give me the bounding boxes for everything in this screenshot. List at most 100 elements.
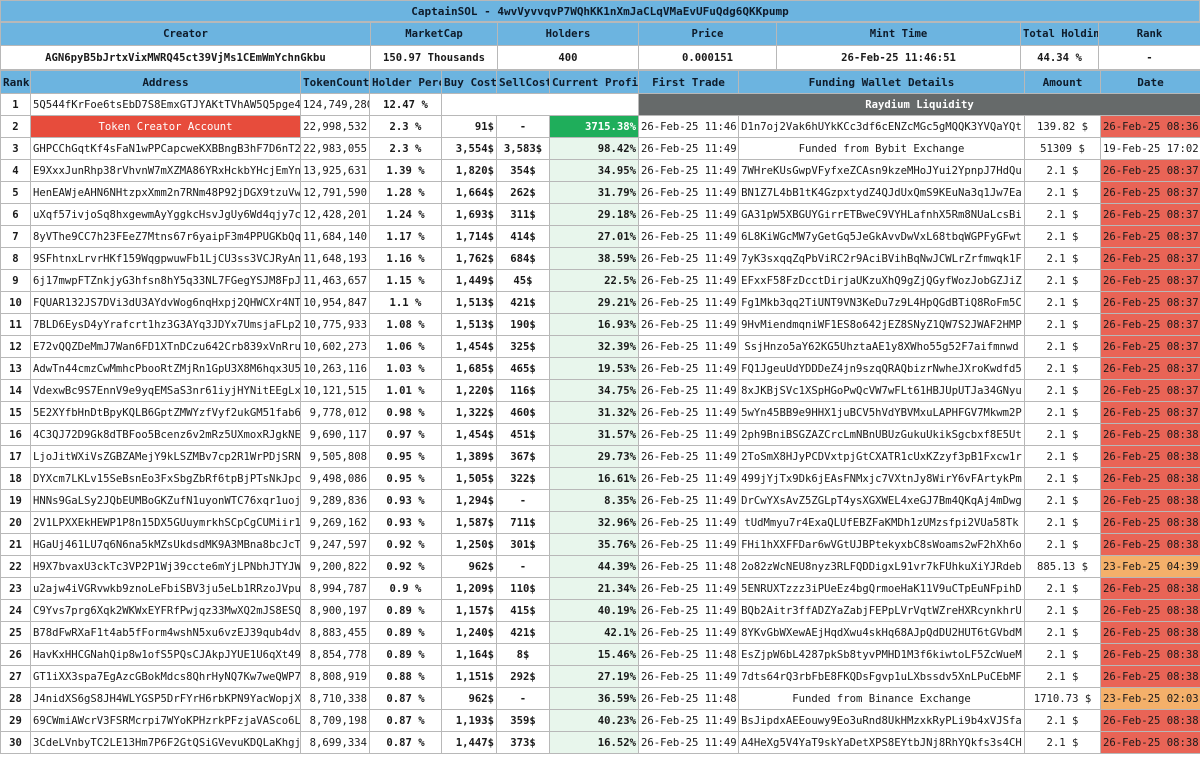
holder-address[interactable]: 8yVThe9CC7h23FEeZ7Mtns67r6yaipF3m4PPUGKb…	[30, 225, 301, 248]
funding-wallet[interactable]: SsjHnzo5aY62KG5UhztaAE1y8XWho55g52F7aifm…	[738, 335, 1025, 358]
holder-address[interactable]: HenEAWjeAHN6NHtzpxXmm2n7RNm48P92jDGX9tzu…	[30, 181, 301, 204]
holder-address[interactable]: HGaUj461LU7q6N6na5kMZsUkdsdMK9A3MBna8bcJ…	[30, 533, 301, 556]
holder-address[interactable]: 69CWmiAWcrV3FSRMcrpi7WYoKPHzrkPFzjaVASco…	[30, 709, 301, 732]
funding-wallet[interactable]: FQ1JgeuUdYDDDeZ4jn9szqQRAQbizrNwheJXroKw…	[738, 357, 1025, 380]
holder-address[interactable]: E9XxxJunRhp38rVhvnW7mXZMA86YRxHckbYHcjEm…	[30, 159, 301, 182]
holder-address[interactable]: 5E2XYfbHnDtBpyKQLB6GptZMWYzfVyf2ukGM51fa…	[30, 401, 301, 424]
first-trade: 26-Feb-25 11:49:05	[638, 489, 739, 512]
funding-date: 26-Feb-25 08:38	[1100, 445, 1200, 468]
funding-date: 26-Feb-25 08:37	[1100, 269, 1200, 292]
funding-wallet[interactable]: GA31pW5XBGUYGirrETBweC9VYHLafnhX5Rm8NUaL…	[738, 203, 1025, 226]
token-count: 8,710,338	[300, 687, 370, 710]
token-count: 10,775,933	[300, 313, 370, 336]
funding-wallet[interactable]: 9HvMiendmqniWF1ES8o642jEZ8SNyZ1QW7S2JWAF…	[738, 313, 1025, 336]
holder-address[interactable]: 5Q544fKrFoe6tsEbD7S8EmxGTJYAKtTVhAW5Q5pg…	[30, 93, 301, 116]
funding-wallet[interactable]: EsZjpW6bL4287pkSb8tyvPMHD1M3f6kiwtoLF5Zc…	[738, 643, 1025, 666]
table-row: 14 VdexwBc9S7EnnV9e9yqEMSaS3nr61iyjHYNitE…	[0, 379, 1200, 402]
row-rank: 14	[0, 379, 31, 402]
first-trade: 26-Feb-25 11:49:23	[638, 379, 739, 402]
funding-date: 23-Feb-25 02:03	[1100, 687, 1200, 710]
funding-amount: 2.1 $	[1024, 379, 1101, 402]
buy-cost: 1,820$	[441, 159, 497, 182]
funding-wallet[interactable]: A4HeXg5V4YaT9skYaDetXPS8EYtbJNj8RhYQkfs3…	[738, 731, 1025, 754]
buy-cost: 91$	[441, 115, 497, 138]
funding-wallet[interactable]: 5ENRUXTzzz3iPUeEz4bgQrmoeHaK11V9uCTpEuNF…	[738, 577, 1025, 600]
funding-date: 26-Feb-25 08:38	[1100, 577, 1200, 600]
funding-wallet[interactable]: 7yK3sxqqZqPbViRC2r9AciBVihBqNwJCWLrZrfmw…	[738, 247, 1025, 270]
holder-address[interactable]: 3CdeLVnbyTC2LE13Hm7P6F2GtQSiGVevuKDQLaKh…	[30, 731, 301, 754]
holder-address[interactable]: u2ajw4iVGRvwkb9znoLeFbiSBV3ju5eLb1RRzoJV…	[30, 577, 301, 600]
row-rank: 7	[0, 225, 31, 248]
holder-perc: 0.93 %	[369, 489, 442, 512]
row-rank: 23	[0, 577, 31, 600]
funding-wallet[interactable]: 7dts64rQ3rbFbE8FKQDsFgvp1uLXbssdv5XnLPuC…	[738, 665, 1025, 688]
funding-wallet[interactable]: 8YKvGbWXewAEjHqdXwu4skHq68AJpQdDU2HUT6tG…	[738, 621, 1025, 644]
creator-address[interactable]: AGN6pyB5bJrtxVixMWRQ45ct39VjMs1CEmWmYchn…	[0, 45, 371, 70]
funding-date: 26-Feb-25 08:36	[1100, 115, 1200, 138]
holder-perc: 0.9 %	[369, 577, 442, 600]
holder-address[interactable]: AdwTn44cmzCwMmhcPbooRtZMjRn1GpU3X8M6hqx3…	[30, 357, 301, 380]
table-row: 24 C9Yvs7prg6Xqk2WKWxEYFRfPwjqz33MwXQ2mJS…	[0, 599, 1200, 622]
sell-cost: -	[496, 115, 550, 138]
first-trade: 26-Feb-25 11:49:13	[638, 225, 739, 248]
row-rank: 26	[0, 643, 31, 666]
funding-wallet[interactable]: 8xJKBjSVc1XSpHGoPwQcVW7wFLt61HBJUpUTJa34…	[738, 379, 1025, 402]
funding-wallet[interactable]: 499jYjTx9Dk6jEAsFNMxjc7VXtnJy8WirY6vFArt…	[738, 467, 1025, 490]
current-profit: 16.93%	[549, 313, 639, 336]
first-trade: 26-Feb-25 11:49:09	[638, 313, 739, 336]
sell-cost: 373$	[496, 731, 550, 754]
funding-wallet[interactable]: 6L8KiWGcMW7yGetGq5JeGkAvvDwVxL68tbqWGPFy…	[738, 225, 1025, 248]
first-trade: 26-Feb-25 11:48:59	[638, 643, 739, 666]
sell-cost: 684$	[496, 247, 550, 270]
funding-wallet[interactable]: tUdMmyu7r4ExaQLUfEBZFaKMDh1zUMzsfpi2VUa5…	[738, 511, 1025, 534]
funding-wallet[interactable]: 5wYn45BB9e9HHX1juBCV5hVdYBVMxuLAPHFGV7Mk…	[738, 401, 1025, 424]
holder-address[interactable]: C9Yvs7prg6Xqk2WKWxEYFRfPwjqz33MwXQ2mJS8E…	[30, 599, 301, 622]
holder-address[interactable]: E72vQQZDeMmJ7Wan6FD1XTnDCzu642Crb839xVnR…	[30, 335, 301, 358]
holder-address[interactable]: 4C3QJ72D9Gk8dTBFoo5Bcenz6v2mRz5UXmoxRJgk…	[30, 423, 301, 446]
holder-address[interactable]: H9X7bvaxU3ckTc3VP2P1Wj39ccte6mYjLPNbhJTY…	[30, 555, 301, 578]
funding-wallet[interactable]: 2o82zWcNEU8nyz3RLFQDDigxL91vr7kFUhkuXiYJ…	[738, 555, 1025, 578]
holder-perc: 0.98 %	[369, 401, 442, 424]
funding-wallet[interactable]: 2ph9BniBSGZAZCrcLmNBnUBUzGukuUkikSgcbxf8…	[738, 423, 1025, 446]
funding-wallet[interactable]: BN1Z7L4bB1tK4GzpxtydZ4QJdUxQmS9KEuNa3q1J…	[738, 181, 1025, 204]
holder-address[interactable]: 2V1LPXXEkHEWP1P8n15DX5GUuymrkhSCpCgCUMii…	[30, 511, 301, 534]
funding-wallet[interactable]: Funded from Bybit Exchange	[738, 137, 1025, 160]
row-rank: 8	[0, 247, 31, 270]
funding-wallet[interactable]: D1n7oj2Vak6hUYkKCc3df6cENZcMGc5gMQQK3YVQ…	[738, 115, 1025, 138]
funding-wallet[interactable]: EFxxF58FzDcctDirjaUKzuXhQ9gZjQGyfWozJobG…	[738, 269, 1025, 292]
funding-amount: 2.1 $	[1024, 731, 1101, 754]
holder-address[interactable]: uXqf57ivjoSq8hxgewmAyYggkcHsvJgUy6Wd4qjy…	[30, 203, 301, 226]
funding-wallet[interactable]: Fg1Mkb3qq2TiUNT9VN3KeDu7z9L4HpQGdBTiQ8Ro…	[738, 291, 1025, 314]
holder-address[interactable]: J4nidXS6gS8JH4WLYGSP5DrFYrH6rbKPN9YacWop…	[30, 687, 301, 710]
funding-amount: 2.1 $	[1024, 467, 1101, 490]
funding-wallet[interactable]: FHi1hXXFFDar6wVGtUJBPtekyxbC8sWoams2wF2h…	[738, 533, 1025, 556]
funding-wallet[interactable]: BsJipdxAEEouwy9Eo3uRnd8UkHMzxkRyPLi9b4xV…	[738, 709, 1025, 732]
holder-address[interactable]: HavKxHHCGNahQip8w1ofS5PQsCJAkpJYUE1U6qXt…	[30, 643, 301, 666]
holder-address[interactable]: 6j17mwpFTZnkjyG3hfsn8hY5q33NL7FGegYSJM8F…	[30, 269, 301, 292]
funding-wallet[interactable]: Funded from Binance Exchange	[738, 687, 1025, 710]
buy-cost: 962$	[441, 555, 497, 578]
funding-wallet[interactable]: 2ToSmX8HJyPCDVxtpjGtCXATR1cUxKZzyf3pB1Fx…	[738, 445, 1025, 468]
holder-perc: 1.16 %	[369, 247, 442, 270]
holder-address[interactable]: LjoJitWXiVsZGBZAMejY9kLSZMBv7cp2R1WrPDjS…	[30, 445, 301, 468]
holder-address[interactable]: DYXcm7LKLv15SeBsnEo3FxSbgZbRf6tpBjPTsNkJ…	[30, 467, 301, 490]
holder-address[interactable]: 9SFhtnxLrvrHKf159WqgpwuwFb1LjCU3ss3VCJRy…	[30, 247, 301, 270]
sell-cost: 190$	[496, 313, 550, 336]
holder-address[interactable]: GHPCChGqtKf4sFaN1wPPCapcweKXBBngB3hF7D6n…	[30, 137, 301, 160]
table-row: 2 Token Creator Account 22,998,532 2.3 % 91$…	[0, 115, 1200, 138]
holder-address[interactable]: VdexwBc9S7EnnV9e9yqEMSaS3nr61iyjHYNitEEg…	[30, 379, 301, 402]
table-row: 1 5Q544fKrFoe6tsEbD7S8EmxGTJYAKtTVhAW5Q5…	[0, 93, 1200, 116]
row-rank: 28	[0, 687, 31, 710]
funding-wallet[interactable]: BQb2Aitr3ffADZYaZabjFEPpLVrVqtWZreHXRcyn…	[738, 599, 1025, 622]
funding-wallet[interactable]: 7WHreKUsGwpVFyfxeZCAsn9kzeMHoJYui2YpnpJ7…	[738, 159, 1025, 182]
token-creator-label[interactable]: Token Creator Account	[30, 115, 301, 138]
sell-cost: 421$	[496, 291, 550, 314]
current-profit: 34.75%	[549, 379, 639, 402]
holder-address[interactable]: FQUAR132JS7DVi3dU3AYdvWog6nqHxpj2QHWCXr4…	[30, 291, 301, 314]
holder-address[interactable]: B78dFwRXaF1t4ab5fForm4wshN5xu6vzEJ39qub4…	[30, 621, 301, 644]
row-rank: 13	[0, 357, 31, 380]
holder-address[interactable]: GT1iXX3spa7EgAzcGBokMdcs8QhrHyNQ7Kw7weQW…	[30, 665, 301, 688]
holder-address[interactable]: HNNs9GaLSy2JQbEUMBoGKZufN1uyonWTC76xqr1u…	[30, 489, 301, 512]
funding-wallet[interactable]: DrCwYXsAvZ5ZGLpT4ysXGXWEL4xeGJ7Bm4QKqAj4…	[738, 489, 1025, 512]
holder-address[interactable]: 7BLD6EysD4yYrafcrt1hz3G3AYq3JDYx7UmsjaFL…	[30, 313, 301, 336]
